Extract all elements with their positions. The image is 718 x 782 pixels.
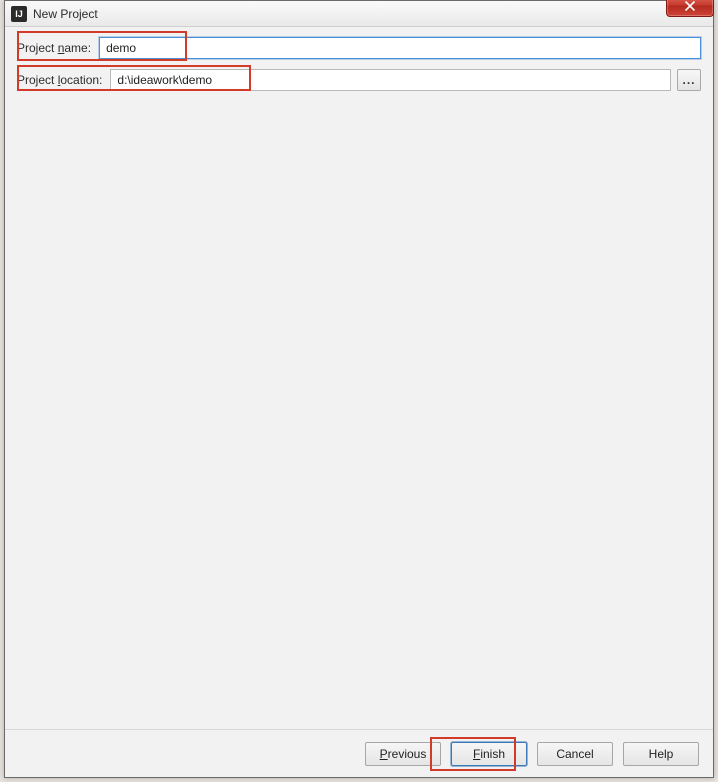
- project-location-input[interactable]: [110, 69, 671, 91]
- project-location-row: Project location: ...: [17, 69, 701, 91]
- dialog-footer: Previous Finish Cancel Help: [5, 729, 713, 777]
- project-name-label: Project name:: [17, 41, 91, 55]
- label-text: ame:: [64, 41, 91, 55]
- project-name-input[interactable]: [99, 37, 701, 59]
- button-label: inish: [480, 747, 505, 761]
- button-label: revious: [388, 747, 427, 761]
- label-text: Project: [17, 73, 58, 87]
- browse-button[interactable]: ...: [677, 69, 701, 91]
- titlebar: IJ New Project: [5, 1, 713, 27]
- help-button[interactable]: Help: [623, 742, 699, 766]
- project-name-row: Project name:: [17, 37, 701, 59]
- previous-button[interactable]: Previous: [365, 742, 441, 766]
- button-label: Cancel: [556, 747, 593, 761]
- ellipsis-icon: ...: [682, 73, 695, 87]
- project-location-label: Project location:: [17, 73, 102, 87]
- button-mnemonic: F: [473, 747, 480, 761]
- cancel-button[interactable]: Cancel: [537, 742, 613, 766]
- button-mnemonic: P: [380, 747, 388, 761]
- close-button[interactable]: [666, 0, 714, 17]
- label-text: ocation:: [60, 73, 102, 87]
- close-icon: [685, 1, 695, 11]
- new-project-dialog: IJ New Project Project name: Project loc…: [4, 0, 714, 778]
- label-text: Project: [17, 41, 58, 55]
- window-title: New Project: [33, 7, 98, 21]
- button-label: Help: [649, 747, 674, 761]
- dialog-body: Project name: Project location: ...: [5, 27, 713, 729]
- app-icon: IJ: [11, 6, 27, 22]
- finish-button[interactable]: Finish: [451, 742, 527, 766]
